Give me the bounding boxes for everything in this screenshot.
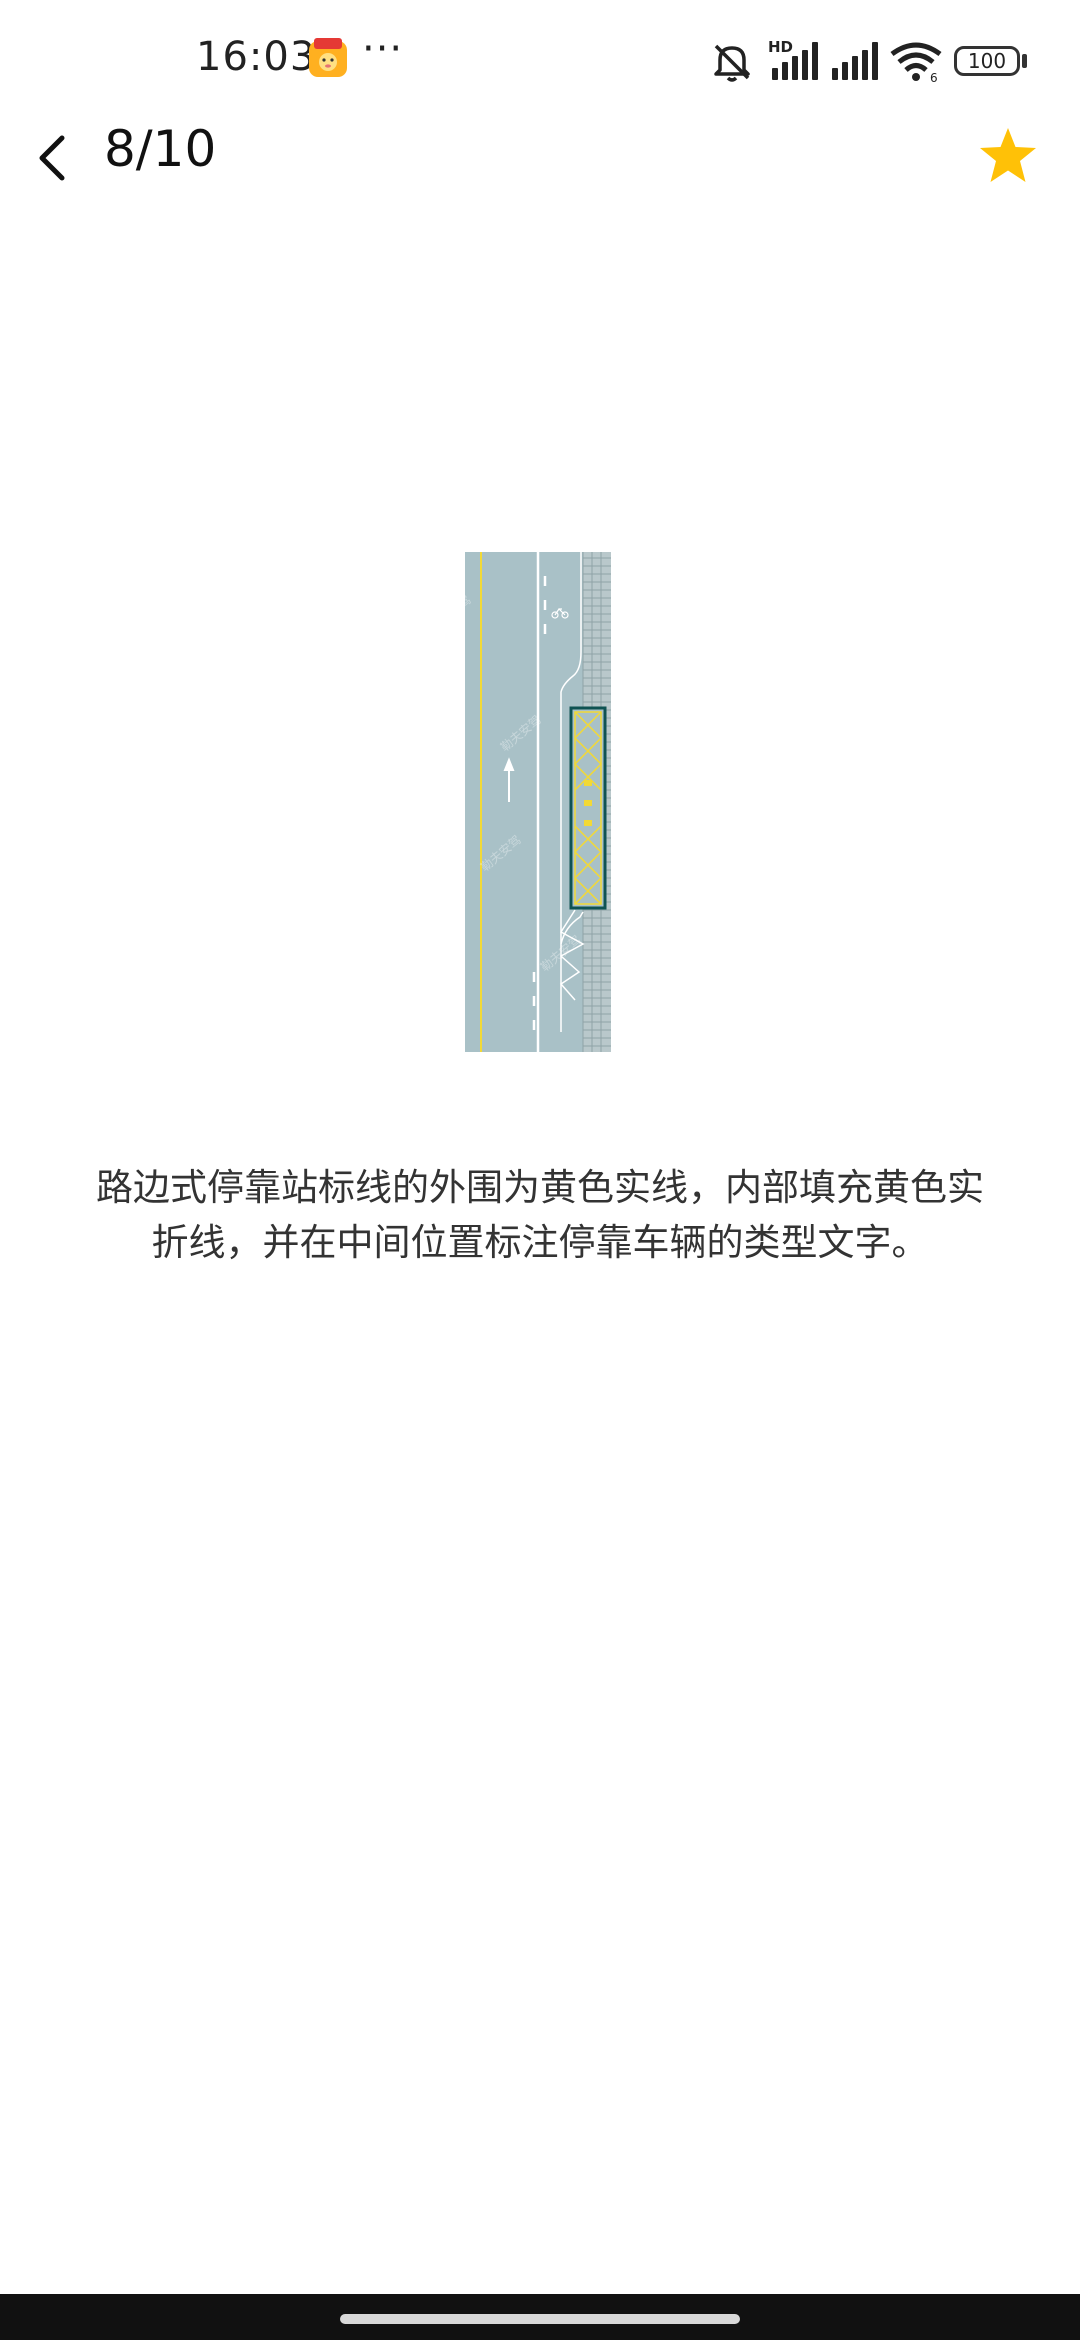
- home-indicator[interactable]: [340, 2314, 740, 2324]
- status-bar: 16:03 ··· HD 6 100: [0, 0, 1080, 120]
- back-arrow-icon[interactable]: [30, 128, 74, 188]
- signal-icon: [832, 42, 878, 80]
- bus-stop-marking-diagram: 勒夫安驾 勒夫安驾 勒夫安驾 勒夫安驾: [465, 552, 611, 1052]
- page-counter: 8/10: [104, 120, 217, 178]
- explanation-text: 路边式停靠站标线的外围为黄色实线，内部填充黄色实折线，并在中间位置标注停靠车辆的…: [96, 1166, 984, 1264]
- star-icon[interactable]: [978, 126, 1038, 184]
- svg-text:6: 6: [930, 71, 938, 82]
- svg-text:HD: HD: [768, 38, 793, 56]
- mute-icon: [714, 44, 750, 82]
- wifi-icon: 6: [890, 42, 942, 82]
- status-time: 16:03: [196, 34, 317, 80]
- battery-tip: [1022, 54, 1027, 68]
- battery-icon: 100: [954, 46, 1020, 76]
- app-notification-icon: [309, 38, 347, 77]
- more-notifications-icon: ···: [362, 26, 404, 72]
- signal-hd-icon: HD: [768, 38, 818, 80]
